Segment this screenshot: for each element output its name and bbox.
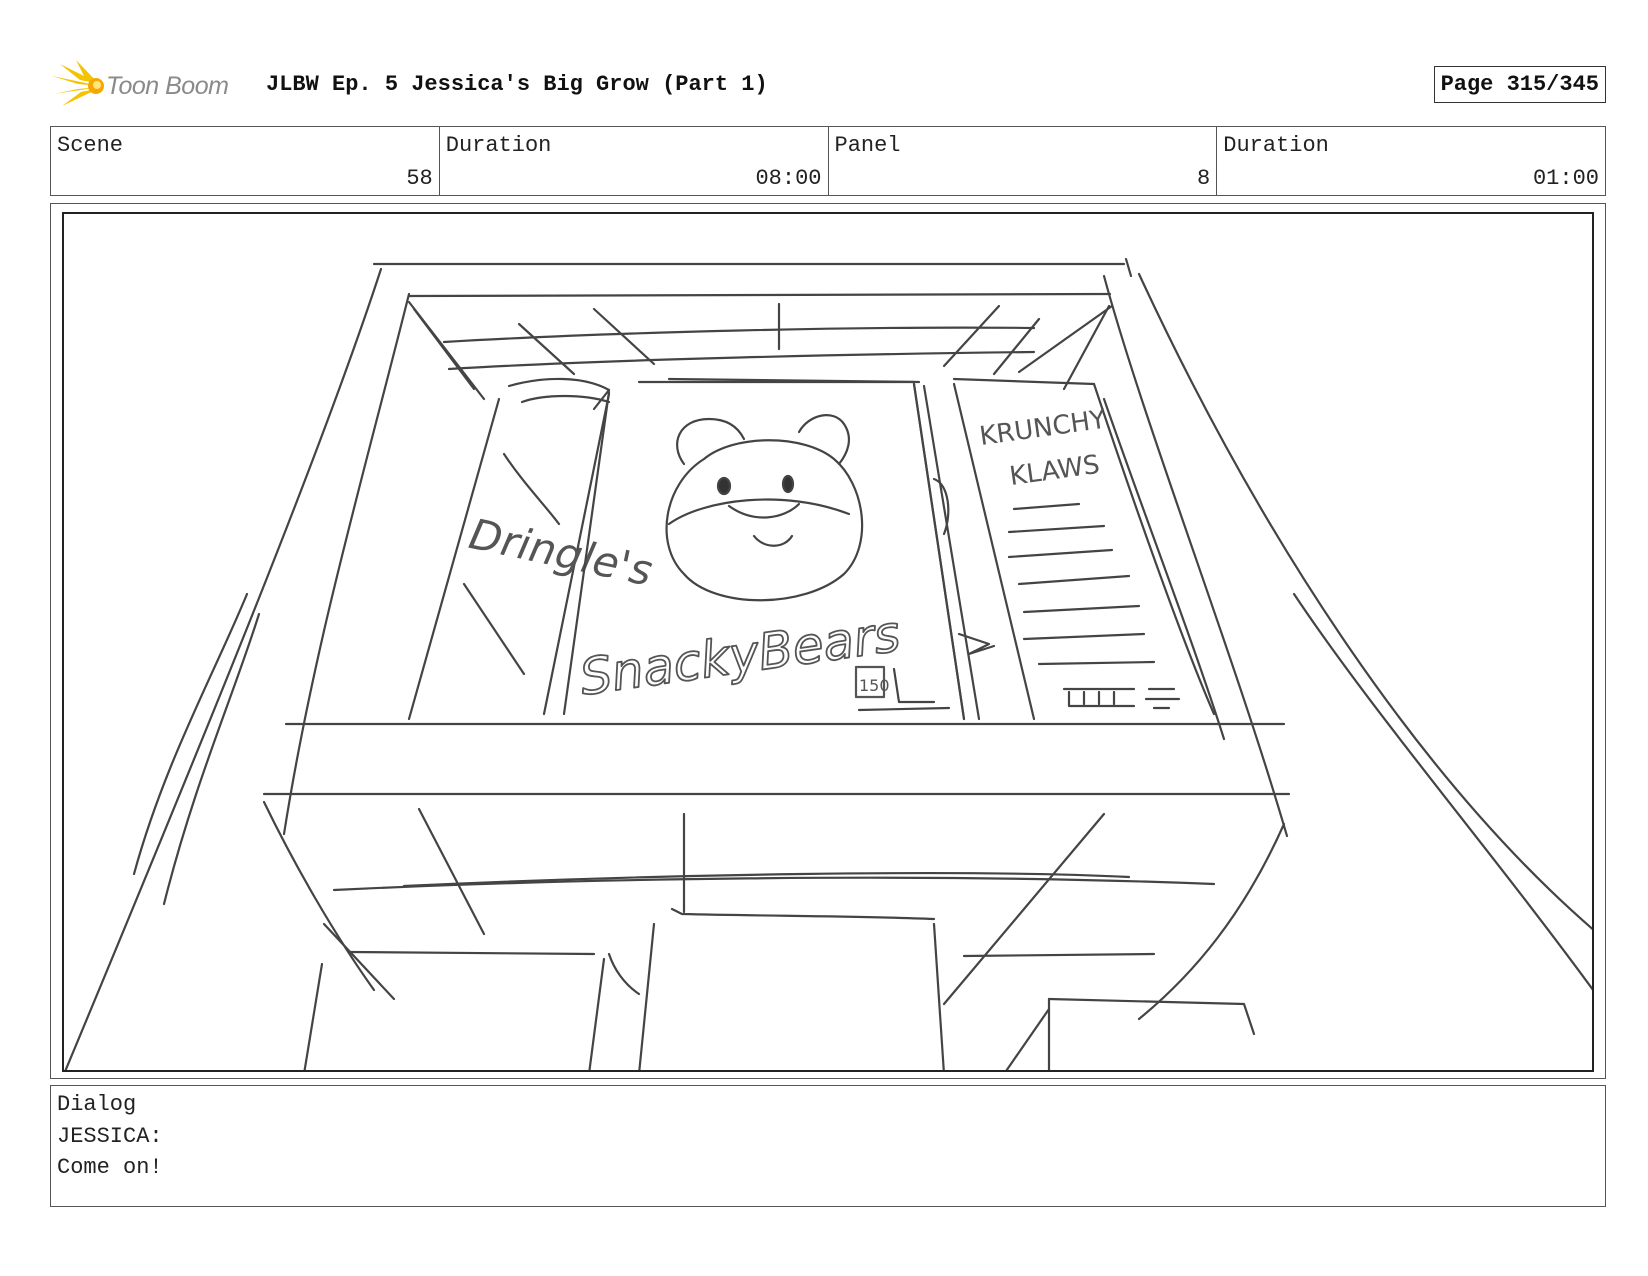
panel-duration-value: 01:00 [1532,166,1599,191]
scene-duration-cell: Duration 08:00 [440,127,829,195]
panel-cell: Panel 8 [829,127,1218,195]
panel-duration-cell: Duration 01:00 [1217,127,1605,195]
starburst-icon [52,60,104,106]
dialog-speaker: JESSICA: [57,1124,163,1149]
logo-text: Toon Boom [106,72,229,100]
panel-duration-label: Duration [1223,133,1329,158]
sketch-drawing: Dringle's SnackyBears 150 KRUNCHY KLAWS [64,257,1592,1070]
dialog-label: Dialog [57,1092,137,1117]
dialog-line: Come on! [57,1155,163,1180]
klaws-label: KLAWS [1008,450,1102,492]
scene-cell: Scene 58 [51,127,440,195]
panel-label: Panel [834,133,901,158]
episode-title: JLBW Ep. 5 Jessica's Big Grow (Part 1) [266,72,768,97]
storyboard-panel: Dringle's SnackyBears 150 KRUNCHY KLAWS [50,203,1606,1079]
snacky-bears-label: SnackyBears [576,604,903,706]
scene-label: Scene [57,133,124,158]
dringles-label: Dringle's [465,509,657,595]
page-counter: Page 315/345 [1433,66,1606,103]
krunchy-label: KRUNCHY [978,405,1108,452]
scene-value: 58 [406,166,433,191]
toon-boom-logo: Toon Boom [50,60,250,110]
scene-duration-label: Duration [445,133,552,158]
scene-info-row: Scene 58 Duration 08:00 Panel 8 Duration… [50,126,1606,196]
panel-frame: Dringle's SnackyBears 150 KRUNCHY KLAWS [62,212,1594,1072]
scene-duration-value: 08:00 [755,166,822,191]
price-tag: 150 [859,676,890,695]
storyboard-header: Toon Boom JLBW Ep. 5 Jessica's Big Grow … [50,56,1606,112]
panel-value: 8 [1197,166,1211,191]
dialog-box: Dialog JESSICA: Come on! [50,1085,1606,1207]
